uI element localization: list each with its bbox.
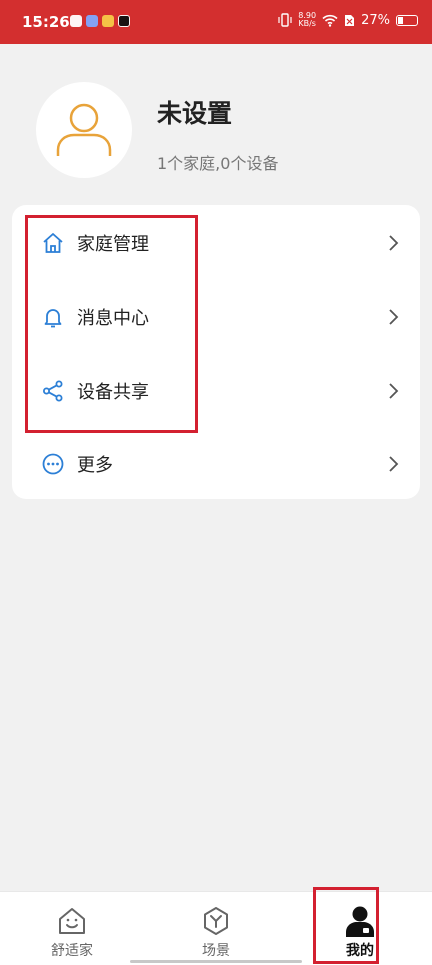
username[interactable]: 未设置 [157,94,232,130]
chevron-right-icon [389,309,399,325]
user-outline-icon [56,103,112,156]
user-icon [346,906,374,937]
tab-scene[interactable]: 场景 [144,892,288,965]
house-smile-icon [59,908,85,934]
status-app-icons [70,15,130,27]
tab-label: 场景 [202,943,230,959]
more-icon [42,453,64,475]
menu-item-device-sharing[interactable]: 设备共享 [12,361,420,421]
tiktok-icon [118,15,130,27]
battery-percent: 27% [361,12,390,28]
menu-card: 家庭管理 消息中心 设备共享 更多 [12,205,420,499]
gesture-bar [130,960,302,963]
avatar[interactable] [36,82,132,178]
home-device-summary: 1个家庭,0个设备 [157,154,279,173]
app-notification-icon [70,15,82,27]
menu-item-label: 更多 [77,455,113,476]
bell-icon [44,309,62,328]
scene-icon [204,907,228,935]
menu-item-label: 消息中心 [77,308,149,329]
bottom-nav: 舒适家 场景 我的 [0,891,432,965]
menu-item-label: 设备共享 [77,382,149,403]
chevron-right-icon [389,456,399,472]
menu-item-more[interactable]: 更多 [12,434,420,494]
status-indicators: 8.90 KB/s 27% [278,12,418,28]
network-speed: 8.90 KB/s [298,11,317,28]
battery-icon [396,14,418,26]
wifi-icon [322,14,338,27]
home-icon [43,233,63,253]
share-icon [43,380,63,402]
tab-label: 舒适家 [51,943,93,959]
vibrate-icon [278,13,292,27]
menu-item-home-management[interactable]: 家庭管理 [12,213,420,273]
tab-label: 我的 [346,943,374,959]
status-bar: 15:26 8.90 KB/s 27% [0,0,432,44]
tab-mine[interactable]: 我的 [288,892,432,965]
chevron-right-icon [389,235,399,251]
chevron-right-icon [389,383,399,399]
app-notification-icon [86,15,98,27]
no-sim-icon [345,14,355,26]
tab-comfort-home[interactable]: 舒适家 [0,892,144,965]
status-time: 15:26 [22,13,70,31]
app-notification-icon [102,15,114,27]
menu-item-message-center[interactable]: 消息中心 [12,287,420,347]
menu-item-label: 家庭管理 [77,234,149,255]
